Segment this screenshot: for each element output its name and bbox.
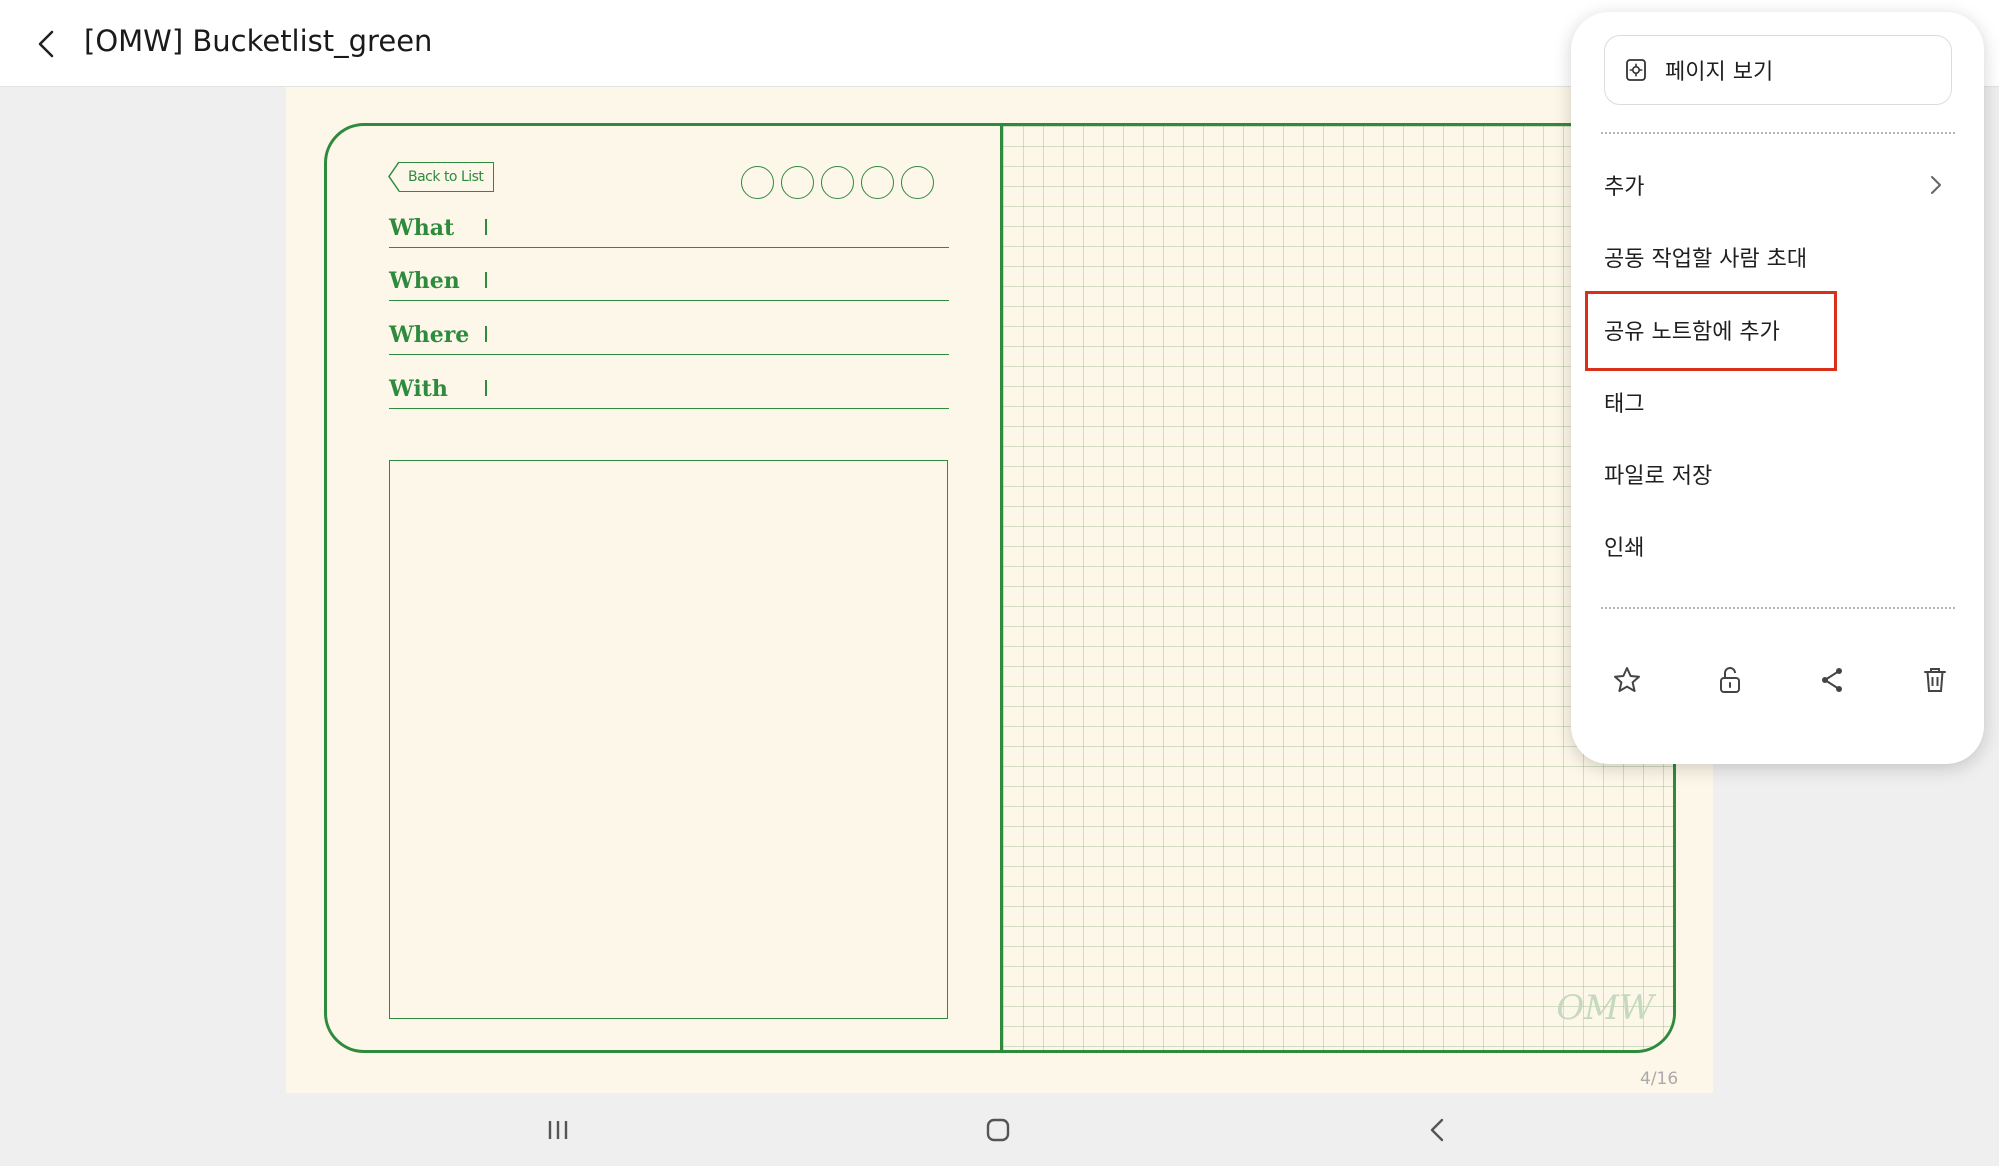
menu-item-label: 파일로 저장 bbox=[1604, 464, 1713, 489]
menu-item-print[interactable]: 인쇄 bbox=[1604, 521, 1944, 571]
omw-watermark-logo: OMW bbox=[1556, 988, 1654, 1028]
unlock-icon bbox=[1719, 667, 1740, 693]
menu-item-label: 공동 작업할 사람 초대 bbox=[1604, 247, 1808, 272]
view-page-label: 페이지 보기 bbox=[1665, 60, 1774, 85]
field-separator bbox=[485, 380, 487, 396]
share-icon bbox=[1822, 668, 1843, 692]
menu-item-add[interactable]: 추가 bbox=[1604, 160, 1944, 210]
chevron-right-icon bbox=[1931, 176, 1941, 194]
note-title: [OMW] Bucketlist_green bbox=[84, 24, 433, 58]
more-options-menu: 페이지 보기 추가 공동 작업할 사람 초대 공유 노트함에 추가 태그 파일로… bbox=[1571, 12, 1984, 764]
field-when[interactable]: When bbox=[389, 261, 949, 301]
menu-divider bbox=[1601, 132, 1955, 134]
menu-item-tag[interactable]: 태그 bbox=[1604, 377, 1944, 427]
menu-item-label: 공유 노트함에 추가 bbox=[1604, 320, 1780, 345]
notes-box[interactable] bbox=[389, 460, 948, 1019]
favorite-button[interactable] bbox=[1607, 660, 1647, 700]
rating-circle[interactable] bbox=[741, 166, 774, 199]
menu-action-icons bbox=[1591, 660, 1971, 710]
trash-icon bbox=[1923, 668, 1946, 692]
back-button[interactable] bbox=[28, 22, 68, 66]
field-label: When bbox=[389, 268, 460, 294]
field-separator bbox=[485, 219, 487, 235]
rating-circle[interactable] bbox=[901, 166, 934, 199]
home-button[interactable] bbox=[978, 1113, 1018, 1147]
home-icon bbox=[986, 1118, 1010, 1142]
menu-item-save-as-file[interactable]: 파일로 저장 bbox=[1604, 449, 1944, 499]
menu-item-label: 태그 bbox=[1604, 392, 1645, 417]
back-icon bbox=[1430, 1118, 1444, 1142]
recent-apps-button[interactable] bbox=[538, 1113, 578, 1147]
back-to-list-outline bbox=[388, 161, 400, 192]
menu-item-label: 인쇄 bbox=[1604, 536, 1645, 561]
field-what[interactable]: What bbox=[389, 208, 949, 248]
lock-button[interactable] bbox=[1710, 660, 1750, 700]
rating-circle[interactable] bbox=[861, 166, 894, 199]
field-label: With bbox=[389, 376, 448, 402]
note-page[interactable]: Back to List What When Where With OMW 4/… bbox=[286, 87, 1713, 1093]
rating-circles bbox=[741, 166, 934, 199]
menu-item-add-to-shared-notebook[interactable]: 공유 노트함에 추가 bbox=[1604, 305, 1944, 355]
star-icon bbox=[1614, 667, 1640, 692]
note-frame: Back to List What When Where With OMW bbox=[324, 123, 1676, 1053]
field-separator bbox=[485, 326, 487, 342]
menu-item-label: 추가 bbox=[1604, 175, 1645, 200]
field-where[interactable]: Where bbox=[389, 315, 949, 355]
page-counter: 4/16 bbox=[1640, 1069, 1679, 1089]
share-button[interactable] bbox=[1812, 660, 1852, 700]
system-back-button[interactable] bbox=[1418, 1113, 1458, 1147]
chevron-left-icon bbox=[38, 30, 54, 58]
field-label: Where bbox=[389, 322, 470, 348]
field-label: What bbox=[389, 215, 455, 241]
field-with[interactable]: With bbox=[389, 369, 949, 409]
rating-circle[interactable] bbox=[821, 166, 854, 199]
system-navigation-bar bbox=[286, 1093, 1713, 1166]
page-view-icon bbox=[1623, 57, 1649, 83]
recent-apps-icon bbox=[548, 1121, 568, 1139]
delete-button[interactable] bbox=[1915, 660, 1955, 700]
rating-circle[interactable] bbox=[781, 166, 814, 199]
menu-divider bbox=[1601, 607, 1955, 609]
field-separator bbox=[485, 272, 487, 288]
back-to-list-button[interactable]: Back to List bbox=[389, 162, 495, 192]
view-page-button[interactable]: 페이지 보기 bbox=[1604, 35, 1952, 105]
menu-item-invite-collaborators[interactable]: 공동 작업할 사람 초대 bbox=[1604, 232, 1944, 282]
